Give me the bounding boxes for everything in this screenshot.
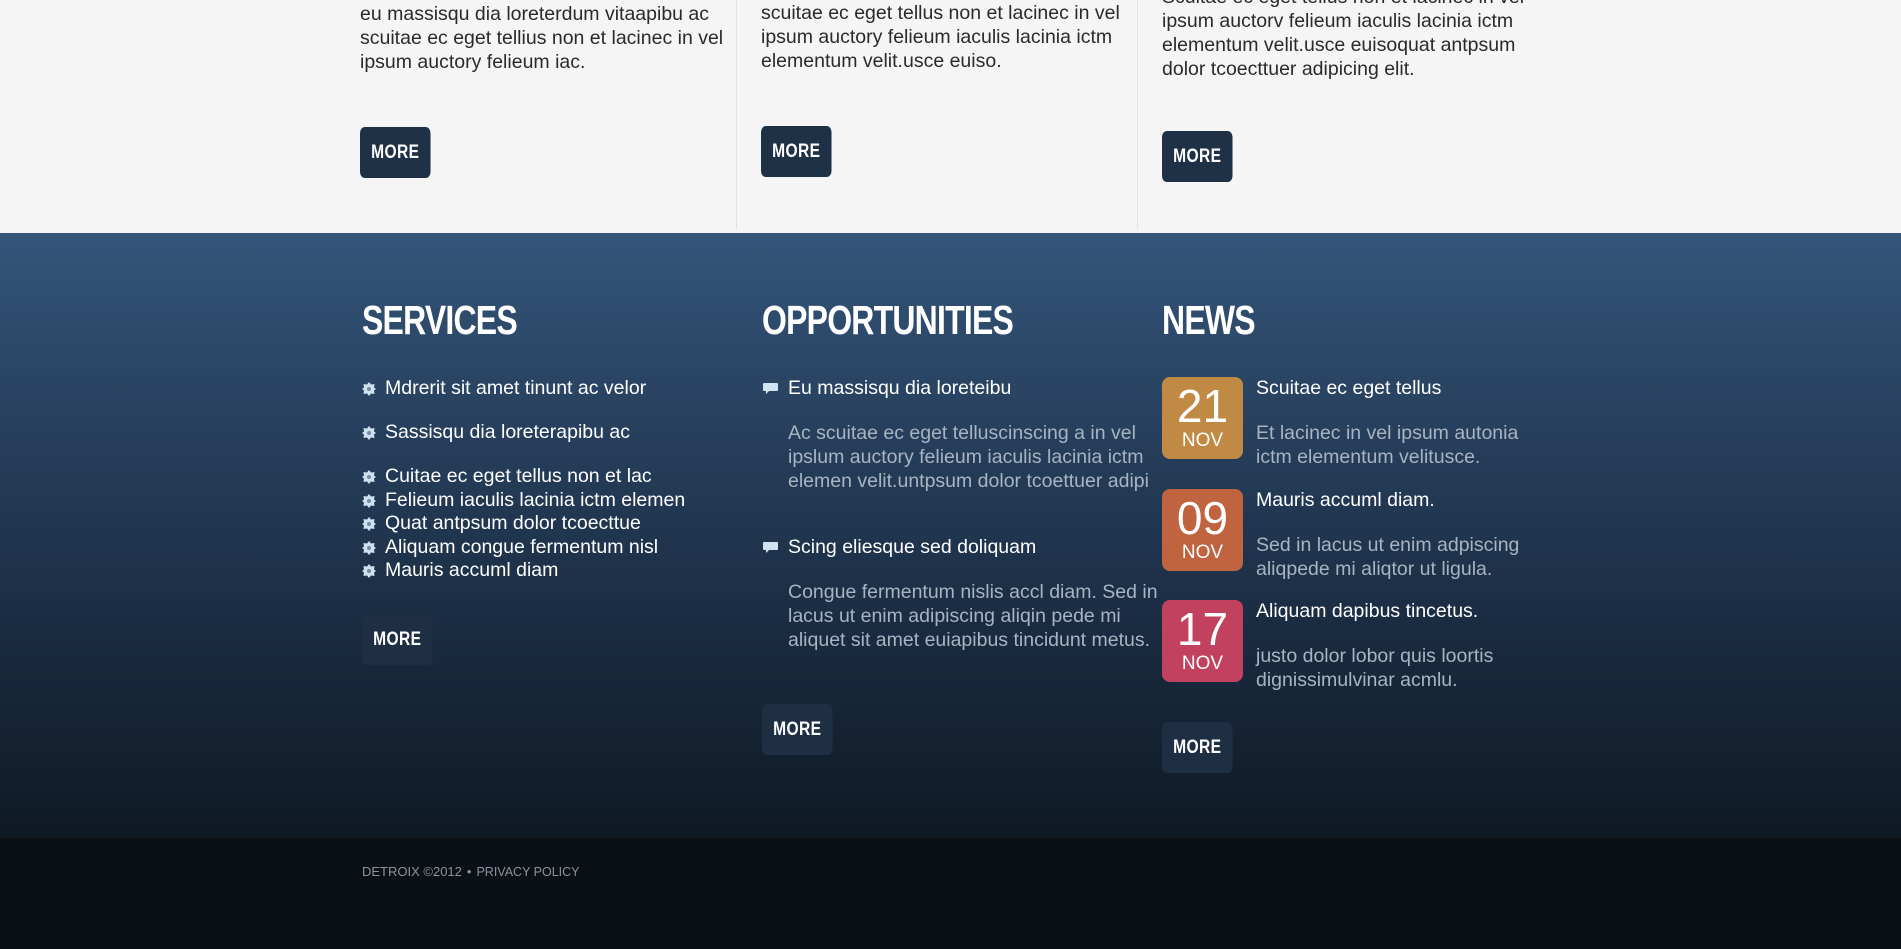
gear-icon	[362, 425, 376, 440]
top-column-1: eu massisqu dia loreterdum vitaapibu ac …	[360, 0, 735, 229]
opportunities-more-button[interactable]: MORE	[762, 704, 833, 755]
opportunity-title-label: Scing eliesque sed doliquam	[788, 536, 1037, 558]
gear-icon	[362, 493, 376, 508]
opportunity-title[interactable]: Eu massisqu dia loreteibu	[762, 377, 1011, 400]
news-more-button[interactable]: MORE	[1162, 722, 1233, 773]
info-section: SERVICES Mdrerit sit amet tinunt ac velo…	[0, 233, 1901, 838]
news-title[interactable]: Aliquam dapibus tincetus.	[1256, 600, 1478, 623]
opportunity-title-label: Eu massisqu dia loreteibu	[788, 377, 1012, 399]
services-column: SERVICES Mdrerit sit amet tinunt ac velo…	[362, 233, 742, 838]
opportunity-title[interactable]: Scing eliesque sed doliquam	[762, 536, 1036, 559]
speech-bubble-icon	[763, 541, 778, 553]
service-item[interactable]: Mdrerit sit amet tinunt ac velor	[362, 377, 646, 400]
news-text: justo dolor lobor quis loortis dignissim…	[1256, 645, 1494, 691]
service-item-label: Cuitae ec eget tellus non et lac	[385, 465, 652, 487]
service-item[interactable]: Mauris accuml diam	[362, 559, 558, 582]
top-column-text: scuitae ec eget tellus non et lacinec in…	[761, 2, 1120, 72]
services-heading: SERVICES	[362, 297, 518, 343]
date-month: NOV	[1181, 430, 1224, 451]
service-item-label: Sassisqu dia loreterapibu ac	[385, 421, 630, 443]
date-day: 17	[1176, 603, 1229, 655]
gear-icon	[362, 469, 376, 484]
top-column-text: eu massisqu dia loreterdum vitaapibu ac …	[360, 3, 724, 73]
date-day: 21	[1176, 380, 1229, 432]
service-item[interactable]: Felieum iaculis lacinia ictm elemen	[362, 489, 685, 512]
date-month: NOV	[1181, 653, 1224, 674]
service-item-label: Mdrerit sit amet tinunt ac velor	[385, 377, 647, 399]
opportunities-heading: OPPORTUNITIES	[762, 297, 1014, 343]
more-button[interactable]: MORE	[761, 126, 832, 177]
news-text: Et lacinec in vel ipsum autonia ictm ele…	[1256, 422, 1519, 468]
news-title[interactable]: Scuitae ec eget tellus	[1256, 377, 1441, 400]
more-button[interactable]: MORE	[1162, 131, 1233, 182]
service-item[interactable]: Quat antpsum dolor tcoecttue	[362, 512, 641, 535]
gear-icon	[362, 381, 376, 396]
gear-icon	[362, 540, 376, 555]
news-text: Sed in lacus ut enim adpiscing aliqpede …	[1256, 534, 1520, 580]
footer-separator: •	[466, 864, 472, 879]
top-column-2: scuitae ec eget tellus non et lacinec in…	[761, 0, 1136, 229]
column-divider	[736, 0, 737, 229]
service-item[interactable]: Cuitae ec eget tellus non et lac	[362, 465, 652, 488]
service-item-label: Felieum iaculis lacinia ictm elemen	[385, 489, 686, 511]
date-badge: 09 NOV	[1162, 489, 1243, 571]
date-badge: 21 NOV	[1162, 377, 1243, 459]
speech-bubble-icon	[763, 382, 778, 394]
news-column: NEWS 21 NOV Scuitae ec eget tellus Et la…	[1162, 233, 1562, 838]
top-content-section: eu massisqu dia loreterdum vitaapibu ac …	[0, 0, 1901, 233]
service-item-label: Aliquam congue fermentum nisl	[385, 536, 659, 558]
news-heading: NEWS	[1162, 297, 1256, 343]
top-column-text: Scuitae ec eget tellus non et lacinec in…	[1162, 0, 1524, 80]
services-more-button[interactable]: MORE	[362, 614, 433, 665]
service-item-label: Mauris accuml diam	[385, 559, 559, 581]
more-button[interactable]: MORE	[360, 127, 431, 178]
privacy-policy-link[interactable]: PRIVACY POLICY	[476, 865, 579, 879]
date-day: 09	[1176, 492, 1229, 544]
gear-icon	[362, 516, 376, 531]
service-item[interactable]: Sassisqu dia loreterapibu ac	[362, 421, 630, 444]
service-item-label: Quat antpsum dolor tcoecttue	[385, 512, 641, 534]
service-item[interactable]: Aliquam congue fermentum nisl	[362, 536, 658, 559]
footer: DETROIX ©2012 • PRIVACY POLICY	[0, 838, 1901, 949]
gear-icon	[362, 563, 376, 578]
date-badge: 17 NOV	[1162, 600, 1243, 682]
footer-line: DETROIX ©2012 • PRIVACY POLICY	[362, 864, 580, 879]
top-column-3: Scuitae ec eget tellus non et lacinec in…	[1162, 0, 1537, 229]
column-divider	[1137, 0, 1138, 229]
news-title[interactable]: Mauris accuml diam.	[1256, 489, 1435, 512]
copyright-text: DETROIX ©2012	[362, 864, 462, 879]
opportunities-column: OPPORTUNITIES Eu massisqu dia loreteibu …	[762, 233, 1158, 838]
opportunity-text: Ac scuitae ec eget telluscinscing a in v…	[788, 422, 1149, 492]
date-month: NOV	[1181, 542, 1224, 563]
opportunity-text: Congue fermentum nislis accl diam. Sed i…	[788, 581, 1158, 651]
